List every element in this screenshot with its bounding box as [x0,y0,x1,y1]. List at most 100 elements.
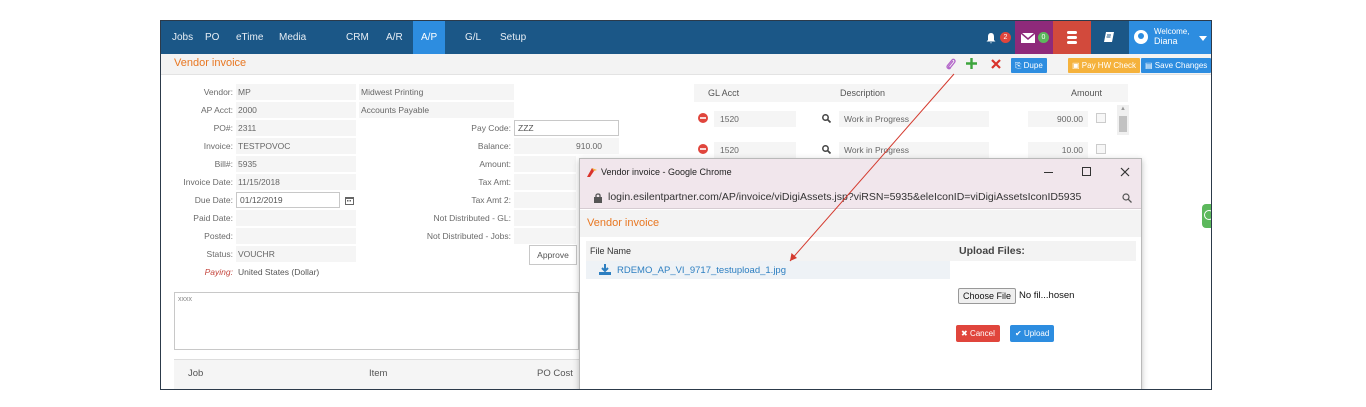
database-button[interactable] [1053,21,1091,54]
dupe-button[interactable]: ⎘ Dupe [1011,58,1047,73]
side-panel-icon [1204,210,1211,220]
po-cost-column-header: PO Cost [537,368,573,379]
invoice-date-value: 11/15/2018 [236,174,356,190]
description-cell[interactable]: Work in Progress [839,142,989,158]
close-window-icon[interactable] [1120,167,1130,177]
url-text[interactable]: login.esilentpartner.com/AP/invoice/viDi… [608,191,1081,203]
cancel-button[interactable]: ✖ Cancel [956,325,1000,342]
invoice-date-label: Invoice Date: [183,177,233,187]
database-icon [1067,31,1077,44]
no-file-chosen-text: No fil...hosen [1019,290,1075,301]
row-checkbox[interactable] [1096,144,1106,154]
gl-acct-cell[interactable]: 1520 [714,111,796,127]
invoice-label: Invoice: [203,141,233,151]
messages-button[interactable]: 0 [1015,21,1053,54]
po-value: 2311 [236,120,356,136]
scroll-thumb[interactable] [1119,116,1127,132]
book-icon [1104,32,1114,42]
nav-etime[interactable]: eTime [236,21,263,54]
file-name-link[interactable]: RDEMO_AP_VI_9717_testupload_1.jpg [617,265,786,276]
item-column-header: Item [369,368,388,379]
nav-jobs[interactable]: Jobs [172,21,193,54]
calendar-icon[interactable] [345,196,354,205]
file-list-header: File Name Upload Files: [586,241,1136,261]
notes-textarea[interactable]: xxxx [174,292,579,350]
zoom-icon[interactable] [1122,193,1132,203]
messages-badge: 0 [1038,32,1049,43]
search-icon[interactable] [822,145,831,154]
address-bar[interactable]: login.esilentpartner.com/AP/invoice/viDi… [580,187,1141,209]
lock-icon [594,193,602,203]
ap-acct-name: Accounts Payable [359,102,514,118]
paperclip-icon[interactable] [946,58,956,70]
balance-value: 910.00 [514,138,619,154]
not-distributed-gl-label: Not Distributed - GL: [433,213,511,223]
not-distributed-gl-value [514,210,576,226]
amount-cell[interactable]: 900.00 [1028,111,1088,127]
app-favicon-icon [587,168,597,177]
bell-icon [986,33,996,44]
remove-row-icon[interactable] [698,113,708,123]
upload-files-header: Upload Files: [959,245,1025,257]
title-bar: Vendor invoice ⎘ Dupe ▣ Pay HW Check ▤ S… [161,54,1211,75]
scroll-up-icon[interactable]: ▲ [1120,106,1126,112]
due-date-input[interactable]: 01/12/2019 [236,192,340,208]
nav-po[interactable]: PO [205,21,219,54]
alerts-button[interactable]: 2 [979,21,1015,54]
tax-amt2-label: Tax Amt 2: [471,195,511,205]
paying-value: United States (Dollar) [238,267,320,277]
vendor-invoice-popup: Vendor invoice - Google Chrome login.esi… [579,158,1142,389]
vendor-name: Midwest Printing [359,84,514,100]
save-changes-button[interactable]: ▤ Save Changes [1141,58,1211,73]
download-icon[interactable] [599,264,611,275]
close-x-icon[interactable] [991,59,1001,69]
amount-cell[interactable]: 10.00 [1028,142,1088,158]
posted-value [236,228,356,244]
pay-code-input[interactable]: ZZZ [514,120,619,136]
status-value: VOUCHR [236,246,356,262]
nav-crm[interactable]: CRM [346,21,369,54]
alerts-badge: 2 [1000,32,1011,43]
row-checkbox[interactable] [1096,113,1106,123]
maximize-icon[interactable] [1082,167,1091,176]
amount-value [514,156,576,172]
po-label: PO#: [213,123,233,133]
check-icon: ▣ [1072,61,1080,70]
job-table-header: Job Item PO Cost [174,359,579,389]
choose-file-button[interactable]: Choose File [958,288,1017,304]
amount-label: Amount: [479,159,511,169]
book-button[interactable] [1091,21,1127,54]
nav-gl[interactable]: G/L [465,21,481,54]
description-cell[interactable]: Work in Progress [839,111,989,127]
approve-button[interactable]: Approve [529,245,577,265]
gl-acct-cell[interactable]: 1520 [714,142,796,158]
pay-code-label: Pay Code: [471,123,511,133]
plus-icon[interactable] [966,58,977,69]
not-distributed-jobs-label: Not Distributed - Jobs: [426,231,511,241]
upload-button[interactable]: ✔ Upload [1010,325,1055,342]
user-menu[interactable]: Welcome, Diana [1129,21,1211,54]
not-distributed-jobs-value [514,228,576,244]
tax-amt2-value [514,192,576,208]
nav-ap[interactable]: A/P [413,21,446,54]
posted-label: Posted: [204,231,233,241]
nav-setup[interactable]: Setup [500,21,526,54]
search-icon[interactable] [822,114,831,123]
check-icon: ✔ [1015,329,1022,338]
remove-row-icon[interactable] [698,144,708,154]
nav-media[interactable]: Media [279,21,306,54]
nav-ar[interactable]: A/R [386,21,403,54]
welcome-name: Diana [1154,36,1178,46]
pay-hw-check-button[interactable]: ▣ Pay HW Check [1068,58,1141,73]
ap-acct-label: AP Acct: [201,105,233,115]
gl-acct-header: GL Acct [708,88,740,98]
popup-heading: Vendor invoice [587,217,660,229]
welcome-label: Welcome, [1154,27,1190,36]
gl-scrollbar[interactable]: ▲ [1117,105,1129,135]
bill-label: Bill#: [214,159,233,169]
minimize-icon[interactable] [1044,172,1053,173]
gl-row: 1520 Work in Progress 10.00 [694,140,1128,160]
side-panel-tab[interactable] [1202,204,1211,228]
file-row[interactable]: RDEMO_AP_VI_9717_testupload_1.jpg [586,261,950,279]
tax-amt-value [514,174,576,190]
